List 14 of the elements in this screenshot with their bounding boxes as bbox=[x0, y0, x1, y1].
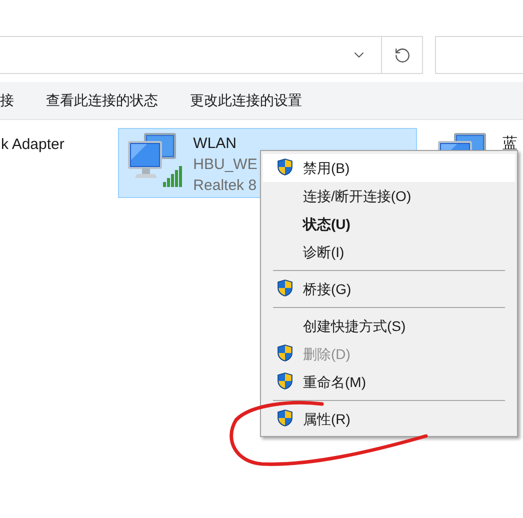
menu-item-label: 连接/断开连接(O) bbox=[303, 186, 412, 206]
adapter-name: k Adapter bbox=[1, 136, 64, 153]
menu-item-label: 创建快捷方式(S) bbox=[303, 316, 406, 336]
adapter-detail: Realtek 8 bbox=[193, 176, 258, 196]
menu-item-label: 桥接(G) bbox=[303, 280, 352, 299]
adapter-name: 蓝 bbox=[502, 134, 518, 154]
adapter-name: WLAN bbox=[193, 134, 238, 154]
menu-item-label: 删除(D) bbox=[303, 344, 350, 364]
menu-item-label: 禁用(B) bbox=[303, 158, 350, 178]
menu-item-label: 重命名(M) bbox=[303, 372, 366, 392]
menu-item-label: 状态(U) bbox=[303, 214, 350, 234]
menu-item-label: 属性(R) bbox=[303, 410, 350, 429]
menu-item-label: 诊断(I) bbox=[303, 242, 344, 262]
adapter-detail: HBU_WE bbox=[193, 155, 258, 175]
